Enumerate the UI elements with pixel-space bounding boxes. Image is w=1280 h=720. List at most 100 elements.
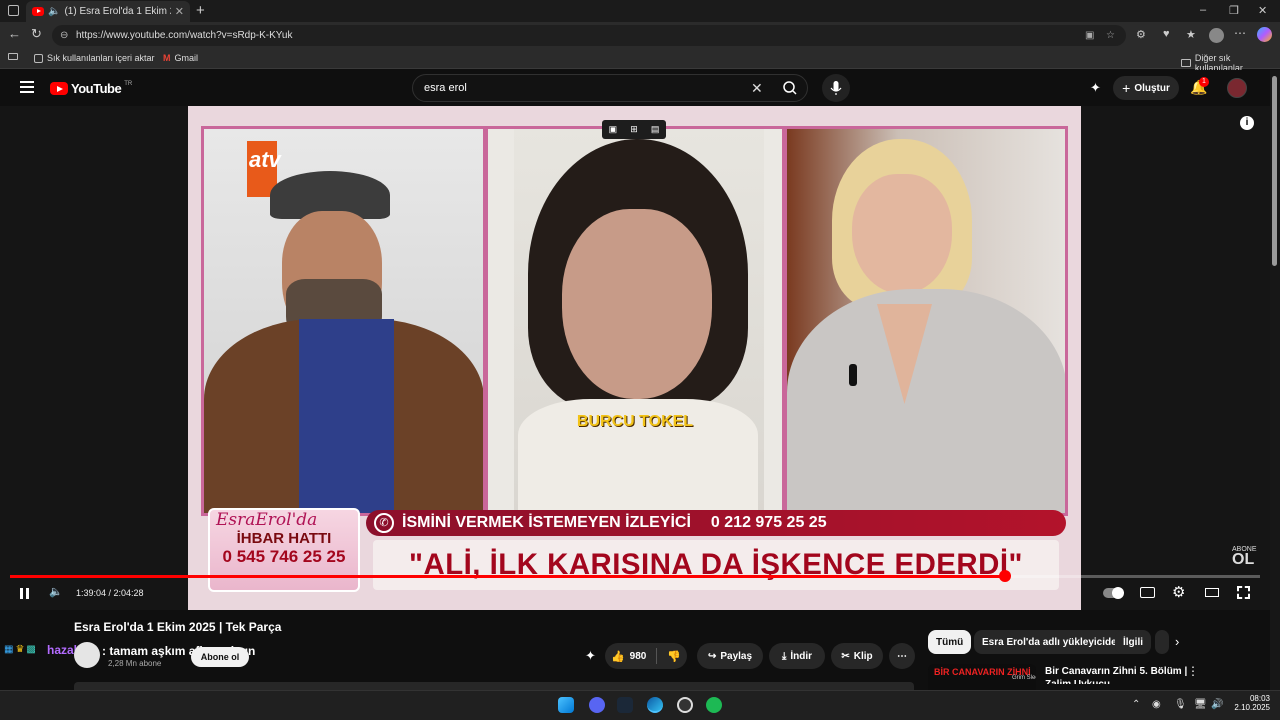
chat-username[interactable]: hazal <box>47 643 77 657</box>
fullscreen-icon[interactable] <box>1237 586 1250 599</box>
channel-avatar[interactable] <box>74 642 100 668</box>
address-field[interactable]: ⊖ https://www.youtube.com/watch?v=sRdp-K… <box>52 25 1126 46</box>
tray-volume-icon[interactable]: 🔊 <box>1211 699 1223 710</box>
cast-icon[interactable]: ✦ <box>1090 80 1101 96</box>
notification-badge: 1 <box>1199 77 1209 87</box>
account-avatar[interactable] <box>1227 78 1247 98</box>
extensions-icon[interactable]: ⚙ <box>1136 28 1146 41</box>
search-input[interactable]: esra erol ✕ <box>412 74 808 102</box>
chip-overflow[interactable] <box>1155 630 1169 654</box>
edge-browser-icon[interactable] <box>647 697 663 713</box>
related-thumbnail[interactable]: BİR CANAVARIN ZİHNİ Grim Sleeper <box>928 664 1036 690</box>
youtube-logo[interactable]: YouTube TR <box>50 81 132 96</box>
related-title-line1: Bir Canavarın Zihni 5. Bölüm | <box>1045 666 1188 677</box>
clock[interactable]: 08:03 2.10.2025 <box>1232 694 1270 712</box>
tray-chevron-icon[interactable]: ⌃ <box>1132 699 1140 710</box>
back-arrow-icon[interactable]: ← <box>8 26 21 41</box>
share-button[interactable]: ↪ Paylaş <box>697 643 763 669</box>
related-video-title[interactable]: Bir Canavarın Zihni 5. Bölüm | Zalim Uyk… <box>1045 665 1187 684</box>
steam-icon[interactable] <box>617 697 633 713</box>
volume-icon[interactable]: 🔈 <box>49 585 63 598</box>
hotline-label: İHBAR HATTI <box>236 530 332 547</box>
subtitles-icon[interactable] <box>1140 587 1155 598</box>
badge-2-icon: ♛ <box>15 644 25 655</box>
tray-steam-icon[interactable]: ◉ <box>1152 699 1161 710</box>
create-button[interactable]: + Oluştur <box>1113 76 1179 100</box>
browser-toolbar: ← ↻ ⊖ https://www.youtube.com/watch?v=sR… <box>0 22 1280 49</box>
chip-all[interactable]: Tümü <box>928 630 972 654</box>
discord-icon[interactable] <box>589 697 605 713</box>
overlay-tool-2-icon[interactable]: ⊞ <box>630 124 638 135</box>
clip-label: Klip <box>853 650 873 662</box>
bookmark-gmail[interactable]: M Gmail <box>163 53 198 63</box>
copilot-icon[interactable] <box>1257 27 1272 42</box>
reload-icon[interactable]: ↻ <box>31 26 42 42</box>
subscribe-button[interactable]: Abone ol <box>191 647 249 667</box>
tray-mic-icon[interactable]: 🎙 <box>1174 699 1187 710</box>
favorites-icon[interactable]: ★ <box>1186 28 1196 41</box>
spotify-icon[interactable] <box>706 697 722 713</box>
new-tab-button[interactable]: + <box>196 2 205 19</box>
site-info-icon[interactable]: ⊖ <box>60 25 68 46</box>
close-tab-icon[interactable]: ✕ <box>175 5 184 18</box>
info-icon[interactable]: i <box>1240 116 1254 130</box>
bookmark-import-label: Sık kullanılanları içeri aktar <box>47 53 155 63</box>
search-button[interactable] <box>772 75 808 101</box>
settings-gear-icon[interactable]: ⚙ <box>1172 583 1185 601</box>
bookmarks-bar: Sık kullanılanları içeri aktar M Gmail D… <box>0 49 1280 73</box>
subscribe-watermark[interactable]: ABONE OL <box>1232 546 1257 569</box>
theater-mode-icon[interactable] <box>1205 588 1219 597</box>
dislike-button[interactable]: 👎 <box>667 650 681 663</box>
bookmark-import[interactable]: Sık kullanılanları içeri aktar <box>34 53 155 63</box>
chip-related[interactable]: İlgili <box>1115 630 1151 654</box>
clear-search-icon[interactable]: ✕ <box>751 75 763 101</box>
hamburger-menu-icon[interactable] <box>20 81 34 93</box>
favorite-star-icon[interactable]: ☆ <box>1106 25 1115 46</box>
tab-actions-icon[interactable] <box>8 5 19 16</box>
like-button[interactable]: 👍 980 <box>611 650 646 663</box>
caller-number: 0 212 975 25 25 <box>710 514 827 531</box>
panel-guest: atv <box>201 126 486 516</box>
overlay-tool-1-icon[interactable]: ▣ <box>609 124 618 135</box>
minimize-button[interactable]: – <box>1200 4 1206 16</box>
overlay-tool-3-icon[interactable]: ▤ <box>651 124 660 135</box>
progress-scrubber[interactable] <box>999 570 1011 582</box>
app-icon[interactable] <box>677 697 693 713</box>
speaker-icon[interactable]: 🔈 <box>48 6 60 17</box>
scrollbar-thumb[interactable] <box>1272 76 1277 266</box>
thumbs-up-icon: 👍 <box>610 650 625 663</box>
voice-search-button[interactable] <box>822 74 850 102</box>
badge-1-icon: ▦ <box>4 644 14 655</box>
create-label: Oluştur <box>1134 82 1170 94</box>
profile-avatar[interactable] <box>1209 28 1224 43</box>
close-window-button[interactable]: ✕ <box>1258 4 1267 17</box>
tray-network-icon[interactable]: 🖥 <box>1194 699 1207 710</box>
related-more-icon[interactable]: ⋮ <box>1187 664 1199 678</box>
video-frame[interactable]: atv BURCU TOKEL EsraErol'da İHBAR HATTI <box>188 106 1081 610</box>
clip-button[interactable]: ✂ Klip <box>831 643 883 669</box>
plus-icon: + <box>1122 80 1131 96</box>
reading-view-icon[interactable]: ▣ <box>1085 25 1094 46</box>
browser-essentials-icon[interactable]: ♥ <box>1163 28 1170 40</box>
pause-button[interactable] <box>20 588 29 599</box>
start-windows-icon[interactable] <box>558 697 574 713</box>
page-scrollbar[interactable] <box>1270 70 1280 690</box>
download-button[interactable]: ⤓ İndir <box>769 643 825 669</box>
more-actions-button[interactable]: ⋯ <box>889 643 915 669</box>
browser-tab-active[interactable]: 🔈 (1) Esra Erol'da 1 Ekim 2025 ✕ <box>26 1 190 22</box>
more-menu-icon[interactable]: ⋯ <box>1234 26 1246 40</box>
progress-remaining[interactable] <box>1005 575 1260 578</box>
video-player[interactable]: atv BURCU TOKEL EsraErol'da İHBAR HATTI <box>0 106 1270 610</box>
chip-uploader[interactable]: Esra Erol'da adlı yükleyiciden <box>974 630 1131 654</box>
progress-played[interactable] <box>10 575 1005 578</box>
chips-next-chevron-icon[interactable]: › <box>1175 634 1179 649</box>
youtube-header: YouTube TR esra erol ✕ ✦ + Oluştur 🔔 1 <box>0 70 1270 106</box>
related-title-line2: Zalim Uykucu <box>1045 678 1187 684</box>
description-box[interactable] <box>74 682 914 690</box>
tab-title: (1) Esra Erol'da 1 Ekim 2025 <box>64 6 170 17</box>
ai-sparkle-icon[interactable]: ✦ <box>585 648 596 664</box>
sidebar-toggle-icon[interactable] <box>8 53 18 60</box>
clock-date: 2.10.2025 <box>1234 703 1270 712</box>
autoplay-toggle[interactable] <box>1103 587 1124 599</box>
maximize-button[interactable]: ❐ <box>1229 4 1239 17</box>
